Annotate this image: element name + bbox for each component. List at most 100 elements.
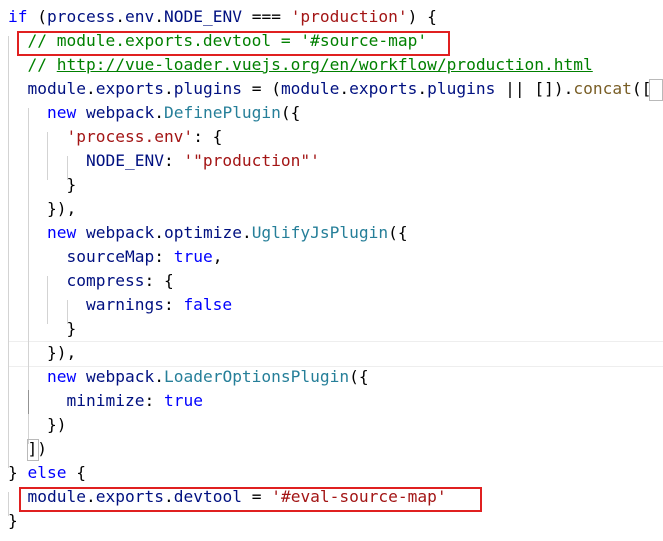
code-token: : { bbox=[193, 127, 223, 146]
code-token: } bbox=[8, 319, 77, 338]
annotation-box-eval-source-map bbox=[19, 487, 482, 512]
code-token: . bbox=[154, 367, 164, 386]
code-token: if bbox=[8, 7, 28, 26]
code-token: : { bbox=[144, 271, 174, 290]
code-token: : bbox=[144, 391, 164, 410]
code-line[interactable]: }), bbox=[8, 197, 76, 221]
code-token: false bbox=[183, 295, 233, 314]
code-token: true bbox=[163, 391, 203, 410]
code-token: . bbox=[85, 79, 96, 98]
code-token: }) bbox=[8, 415, 67, 434]
code-token: }), bbox=[8, 343, 77, 362]
code-token: : bbox=[163, 151, 184, 170]
code-line[interactable]: minimize: true bbox=[8, 389, 203, 413]
code-token: 'process.env' bbox=[66, 127, 194, 146]
code-token: ) { bbox=[407, 7, 437, 26]
code-line[interactable]: }) bbox=[8, 413, 67, 437]
code-token: plugins bbox=[173, 79, 242, 98]
code-token: }), bbox=[8, 199, 77, 218]
code-token: . bbox=[241, 223, 252, 242]
code-token: : bbox=[163, 295, 184, 314]
code-token: else bbox=[27, 463, 67, 482]
code-token: UglifyJsPlugin bbox=[251, 223, 389, 242]
code-token: true bbox=[173, 247, 213, 266]
code-line[interactable]: // http://vue-loader.vuejs.org/en/workfl… bbox=[8, 53, 593, 77]
code-token: module bbox=[280, 79, 340, 98]
code-token: http://vue-loader.vuejs.org/en/workflow/… bbox=[56, 55, 593, 74]
code-token: webpack bbox=[85, 103, 155, 122]
code-token: . bbox=[154, 103, 164, 122]
code-token: DefinePlugin bbox=[163, 103, 281, 122]
code-line[interactable]: } bbox=[8, 173, 76, 197]
code-token: === bbox=[241, 7, 291, 26]
code-editor[interactable]: if (process.env.NODE_ENV === 'production… bbox=[0, 0, 663, 541]
code-token: // bbox=[27, 55, 57, 74]
code-token: warnings bbox=[85, 295, 164, 314]
code-line[interactable]: NODE_ENV: '"production"' bbox=[8, 149, 320, 173]
code-token: ({ bbox=[280, 103, 301, 122]
code-token: . bbox=[115, 7, 125, 26]
annotation-box-source-map bbox=[17, 31, 450, 56]
code-line[interactable]: if (process.env.NODE_ENV === 'production… bbox=[8, 5, 437, 29]
code-token: concat bbox=[573, 79, 632, 98]
code-line[interactable]: compress: { bbox=[8, 269, 174, 293]
code-line[interactable]: }), bbox=[8, 341, 76, 365]
code-token: . bbox=[417, 79, 428, 98]
code-line[interactable]: sourceMap: true, bbox=[8, 245, 222, 269]
code-token: . bbox=[163, 79, 174, 98]
code-token: . bbox=[339, 79, 350, 98]
current-line-highlight bbox=[8, 341, 663, 367]
bracket-match-highlight bbox=[649, 79, 663, 101]
code-line[interactable]: } else { bbox=[8, 461, 86, 485]
code-token: : bbox=[154, 247, 174, 266]
code-token: NODE_ENV bbox=[85, 151, 164, 170]
code-line[interactable]: 'process.env': { bbox=[8, 125, 222, 149]
bracket-match-highlight bbox=[27, 439, 39, 461]
code-token: ({ bbox=[349, 367, 369, 386]
code-token: minimize bbox=[66, 391, 145, 410]
code-token: } bbox=[8, 175, 77, 194]
code-token: new bbox=[46, 367, 77, 386]
code-line[interactable]: } bbox=[8, 317, 76, 341]
code-token: 'production' bbox=[290, 7, 408, 26]
code-line[interactable]: new webpack.DefinePlugin({ bbox=[8, 101, 300, 125]
code-token: sourceMap bbox=[66, 247, 155, 266]
code-token: process bbox=[47, 7, 116, 26]
code-token: = ( bbox=[241, 79, 281, 98]
code-token: optimize bbox=[163, 223, 242, 242]
code-token: exports bbox=[95, 79, 164, 98]
code-line[interactable]: new webpack.LoaderOptionsPlugin({ bbox=[8, 365, 369, 389]
code-token: webpack bbox=[85, 367, 155, 386]
code-line[interactable]: } bbox=[8, 509, 18, 533]
code-token: NODE_ENV bbox=[163, 7, 242, 26]
code-line[interactable]: new webpack.optimize.UglifyJsPlugin({ bbox=[8, 221, 408, 245]
code-token: || []). bbox=[495, 79, 574, 98]
code-line[interactable]: warnings: false bbox=[8, 293, 232, 317]
code-token: webpack bbox=[85, 223, 155, 242]
code-token: { bbox=[66, 463, 86, 482]
code-token: new bbox=[46, 103, 77, 122]
code-token: plugins bbox=[427, 79, 496, 98]
code-token: exports bbox=[349, 79, 418, 98]
code-token: . bbox=[154, 7, 164, 26]
code-token: , bbox=[212, 247, 223, 266]
code-token: } bbox=[8, 511, 18, 530]
code-token: new bbox=[46, 223, 77, 242]
code-token: '"production"' bbox=[183, 151, 320, 170]
code-token: compress bbox=[66, 271, 145, 290]
code-token: env bbox=[124, 7, 155, 26]
code-line[interactable]: module.exports.plugins = (module.exports… bbox=[8, 77, 652, 101]
